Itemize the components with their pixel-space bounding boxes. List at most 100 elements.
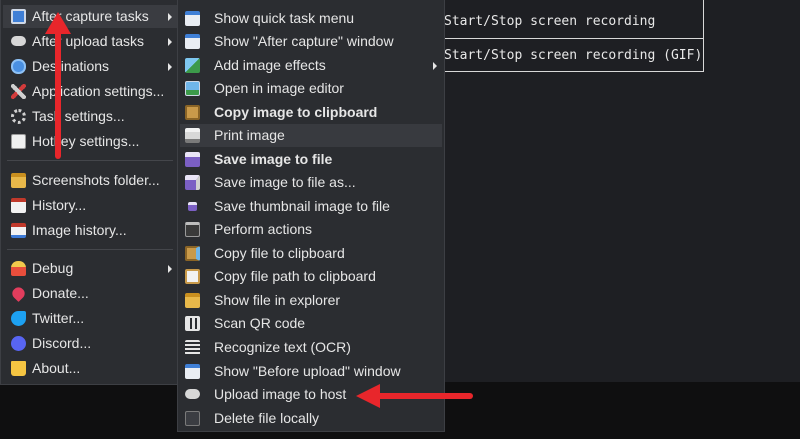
submenu-item-add-image-effects[interactable]: Add image effects (180, 54, 442, 77)
menu-item-label: Screenshots folder... (32, 172, 160, 188)
menu-item-hotkey-settings[interactable]: Hotkey settings... (3, 130, 177, 153)
menu-item-label: Delete file locally (214, 410, 320, 426)
menu-item-label: Show "After capture" window (214, 33, 394, 49)
tray-context-menu: After capture tasks After upload tasks D… (0, 0, 180, 385)
folder-icon (11, 173, 26, 188)
menu-item-label: Image history... (32, 222, 127, 238)
after-capture-icon (11, 9, 26, 24)
submenu-item-show-quick-task-menu[interactable]: Show quick task menu (180, 7, 442, 30)
submenu-arrow-icon (168, 63, 172, 71)
history-icon (11, 198, 26, 213)
submenu-item-copy-file-to-clipboard[interactable]: Copy file to clipboard (180, 242, 442, 265)
submenu-item-print-image[interactable]: Print image (180, 124, 442, 147)
submenu-item-save-thumbnail-image-to-file[interactable]: Save thumbnail image to file (180, 195, 442, 218)
menu-item-label: Debug (32, 260, 74, 276)
submenu-item-recognize-text-ocr[interactable]: Recognize text (OCR) (180, 336, 442, 359)
after-capture-tasks-submenu: Show quick task menu Show "After capture… (177, 0, 445, 432)
copy-path-icon (185, 269, 200, 284)
annotation-arrow-up-icon (45, 12, 71, 159)
submenu-item-show-after-capture-window[interactable]: Show "After capture" window (180, 30, 442, 53)
annotation-arrow-left-icon (356, 384, 473, 408)
clipboard-image-icon (185, 105, 200, 120)
submenu-arrow-icon (168, 38, 172, 46)
copy-file-icon (185, 246, 200, 261)
menu-item-destinations[interactable]: Destinations (3, 55, 177, 78)
image-history-icon (11, 223, 26, 238)
upload-cloud-icon (185, 389, 200, 399)
menu-item-discord[interactable]: Discord... (3, 332, 177, 355)
ocr-icon (185, 340, 200, 355)
hotkey-divider (434, 38, 703, 39)
menu-item-image-history[interactable]: Image history... (3, 219, 177, 242)
printer-icon (185, 128, 200, 143)
hotkey-list: Start/Stop screen recording Start/Stop s… (433, 0, 704, 72)
delete-icon (185, 411, 200, 426)
menu-item-debug[interactable]: Debug (3, 257, 177, 280)
submenu-arrow-icon (168, 13, 172, 21)
submenu-item-copy-file-path-to-clipboard[interactable]: Copy file path to clipboard (180, 265, 442, 288)
menu-item-about[interactable]: About... (3, 357, 177, 380)
menu-separator (7, 249, 173, 250)
menu-item-donate[interactable]: Donate... (3, 282, 177, 305)
menu-item-after-upload-tasks[interactable]: After upload tasks (3, 30, 177, 53)
window-icon (185, 34, 200, 49)
menu-item-label: Save image to file (214, 151, 333, 167)
submenu-item-scan-qr-code[interactable]: Scan QR code (180, 312, 442, 335)
menu-item-label: Copy file path to clipboard (214, 268, 376, 284)
menu-item-label: Recognize text (OCR) (214, 339, 351, 355)
submenu-item-save-image-to-file[interactable]: Save image to file (180, 148, 442, 171)
submenu-item-perform-actions[interactable]: Perform actions (180, 218, 442, 241)
hotkey-row-screen-recording[interactable]: Start/Stop screen recording (444, 12, 655, 32)
discord-icon (11, 336, 26, 351)
heart-icon (10, 285, 27, 302)
menu-item-application-settings[interactable]: Application settings... (3, 80, 177, 103)
submenu-item-save-image-to-file-as[interactable]: Save image to file as... (180, 171, 442, 194)
save-icon (185, 152, 200, 167)
quick-task-icon (185, 11, 200, 26)
hotkey-row-screen-recording-gif[interactable]: Start/Stop screen recording (GIF) (444, 46, 702, 66)
menu-item-label: Show quick task menu (214, 10, 355, 26)
menu-item-label: Add image effects (214, 57, 326, 73)
menu-item-label: Show file in explorer (214, 292, 341, 308)
thumbnail-icon (188, 202, 197, 211)
menu-item-label: Print image (214, 127, 285, 143)
submenu-item-show-before-upload-window[interactable]: Show "Before upload" window (180, 360, 442, 383)
qr-code-icon (185, 316, 200, 331)
image-effects-icon (185, 58, 200, 73)
menu-item-label: Save image to file as... (214, 174, 356, 190)
menu-item-label: About... (32, 360, 81, 376)
menu-item-after-capture-tasks[interactable]: After capture tasks (3, 5, 177, 28)
terminal-icon (185, 222, 200, 237)
debug-icon (11, 261, 26, 276)
menu-item-label: Save thumbnail image to file (214, 198, 390, 214)
menu-item-label: Perform actions (214, 221, 313, 237)
before-upload-window-icon (185, 364, 200, 379)
submenu-item-copy-image-to-clipboard[interactable]: Copy image to clipboard (180, 101, 442, 124)
menu-item-label: Copy image to clipboard (214, 104, 378, 120)
menu-item-label: History... (32, 197, 87, 213)
submenu-arrow-icon (168, 265, 172, 273)
menu-item-label: Show "Before upload" window (214, 363, 401, 379)
menu-item-label: Donate... (32, 285, 89, 301)
explorer-folder-icon (185, 293, 200, 308)
menu-item-history[interactable]: History... (3, 194, 177, 217)
upload-cloud-icon (11, 36, 26, 46)
menu-item-label: Upload image to host (214, 386, 347, 402)
twitter-icon (11, 311, 26, 326)
menu-item-label: Copy file to clipboard (214, 245, 345, 261)
menu-item-label: Discord... (32, 335, 92, 351)
keyboard-icon (11, 134, 26, 149)
gear-icon (11, 109, 26, 124)
menu-item-label: Open in image editor (214, 80, 344, 96)
wrench-icon (11, 84, 26, 99)
menu-item-label: Twitter... (32, 310, 85, 326)
menu-item-screenshots-folder[interactable]: Screenshots folder... (3, 169, 177, 192)
destinations-icon (11, 59, 26, 74)
submenu-item-open-in-image-editor[interactable]: Open in image editor (180, 77, 442, 100)
submenu-item-show-file-in-explorer[interactable]: Show file in explorer (180, 289, 442, 312)
menu-item-twitter[interactable]: Twitter... (3, 307, 177, 330)
menu-separator (7, 160, 173, 161)
image-editor-icon (185, 81, 200, 96)
menu-item-task-settings[interactable]: Task settings... (3, 105, 177, 128)
crown-icon (11, 361, 26, 376)
